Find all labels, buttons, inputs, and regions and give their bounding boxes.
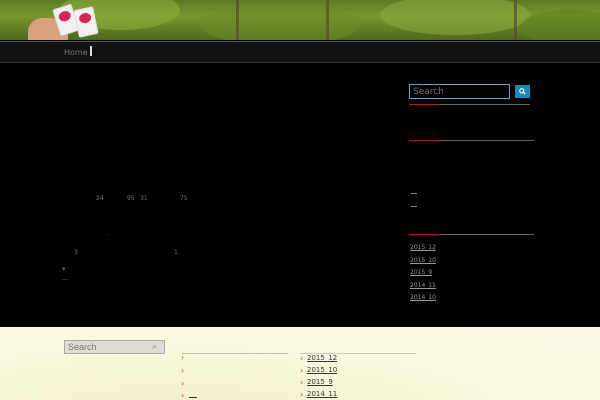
banner-foliage [380,0,530,35]
chevron-right-icon: › [181,353,185,362]
sidebar-archive-link[interactable]: 2014_10 [410,294,436,301]
banner-trunk [326,0,329,40]
content-number: 24 [96,195,104,202]
search-icon[interactable]: ⌕ [152,342,157,352]
nav-separator [90,46,92,56]
chevron-down-icon[interactable]: ▾ [62,265,66,273]
chevron-right-icon: › [300,390,304,399]
banner-trunk [236,0,239,40]
sidebar-divider [409,104,530,105]
header-banner [0,0,600,40]
sidebar-search-input[interactable] [409,84,510,99]
sidebar-archive-link[interactable]: 2015_12 [410,244,436,251]
banner-foliage [520,10,600,40]
content-number: 3 [74,249,78,256]
sidebar-link[interactable] [411,193,417,194]
sidebar-divider [409,234,534,235]
sidebar-archive-link[interactable]: 2015_9 [410,269,432,276]
chevron-right-icon: › [300,366,304,375]
nav-bar: Home [0,41,600,63]
footer-link[interactable] [189,397,197,398]
content-number: 75 [180,195,188,202]
footer-search-input[interactable] [64,340,165,354]
chevron-right-icon: › [300,378,304,387]
content-number: 31 [140,195,148,202]
chevron-right-icon: › [300,354,304,363]
chevron-right-icon: › [181,379,185,388]
sidebar-archive-link[interactable]: 2014_11 [410,282,436,289]
footer-archive-link[interactable]: 2015_12 [307,354,337,362]
sidebar-divider [409,140,534,141]
footer-archive-link[interactable]: 2015_10 [307,366,337,374]
sidebar-search-button[interactable] [515,85,530,98]
banner-trunk [514,0,517,40]
chevron-right-icon: › [181,391,185,400]
chevron-right-icon: › [181,366,185,375]
nav-home-link[interactable]: Home [64,48,88,57]
content-number: 95 [127,195,135,202]
content-number: 1 [174,249,178,256]
footer-divider [182,353,288,354]
search-icon [519,88,526,95]
content-mark: · [108,232,110,239]
sidebar-archive-link[interactable]: 2015_10 [410,257,436,264]
content-mark: — [62,276,68,283]
sidebar-link[interactable] [411,206,417,207]
banner-foliage [200,5,360,40]
footer-archive-link[interactable]: 2014_11 [307,390,337,398]
footer-archive-link[interactable]: 2015_9 [307,378,333,386]
